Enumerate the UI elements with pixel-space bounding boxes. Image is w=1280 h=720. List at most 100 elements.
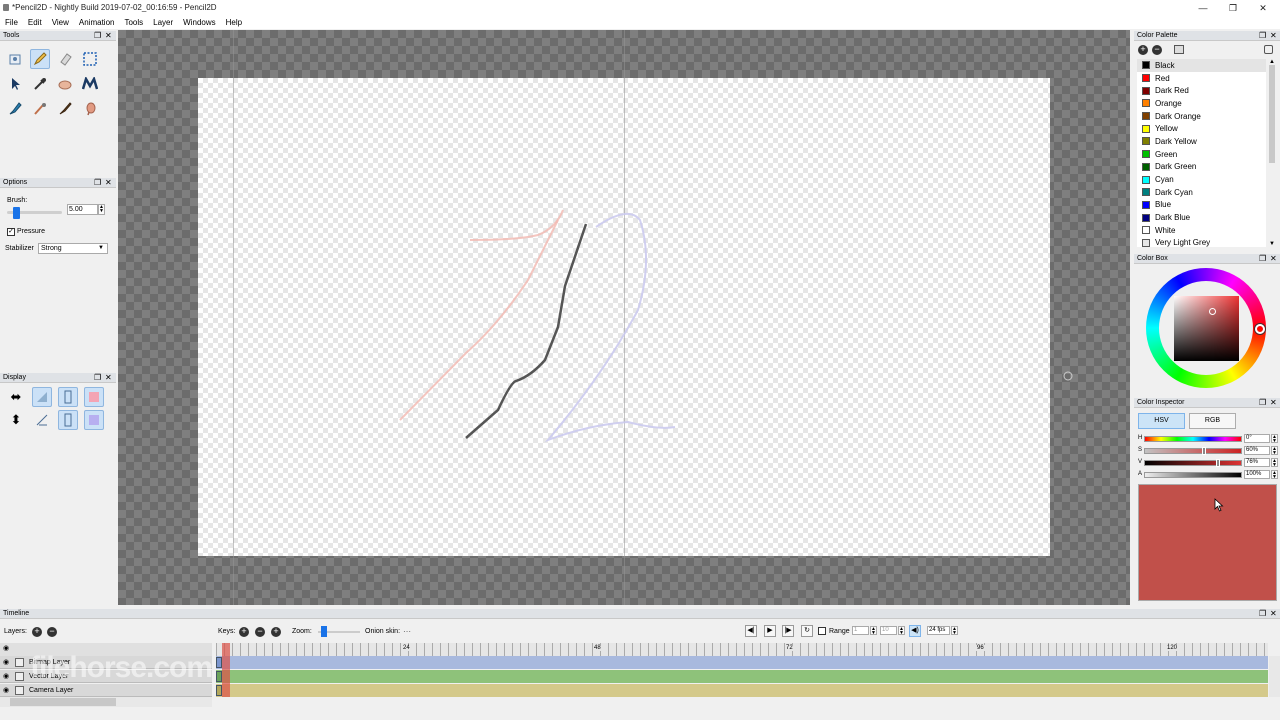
keyframe[interactable] bbox=[216, 671, 222, 682]
menu-view[interactable]: View bbox=[47, 16, 74, 29]
pen-tool-icon[interactable] bbox=[5, 99, 25, 119]
move-tool-icon[interactable] bbox=[5, 74, 25, 94]
playhead[interactable] bbox=[222, 643, 230, 697]
remove-color-icon[interactable]: − bbox=[1152, 45, 1162, 55]
brush-tool-icon[interactable] bbox=[55, 99, 75, 119]
float-icon[interactable]: ❐ bbox=[94, 31, 101, 41]
alpha-slider[interactable] bbox=[1144, 472, 1242, 478]
close-icon[interactable]: ✕ bbox=[105, 373, 112, 383]
hue-input[interactable]: 0° bbox=[1244, 434, 1270, 443]
float-icon[interactable]: ❐ bbox=[1259, 609, 1266, 619]
eraser-tool-icon[interactable] bbox=[55, 49, 75, 69]
color-layer-icon[interactable] bbox=[84, 387, 104, 407]
add-layer-icon[interactable]: + bbox=[32, 627, 42, 637]
hue-handle[interactable] bbox=[1255, 324, 1265, 334]
palette-row[interactable]: Cyan bbox=[1137, 173, 1266, 186]
timeline-ruler[interactable] bbox=[216, 643, 1268, 656]
timeline-vscrollbar[interactable] bbox=[1269, 656, 1280, 697]
add-key-icon[interactable]: + bbox=[239, 627, 249, 637]
brush-size-input[interactable]: 5.00 bbox=[67, 204, 98, 215]
pencil-tool-icon[interactable] bbox=[30, 49, 50, 69]
palette-row[interactable]: Dark Red bbox=[1137, 84, 1266, 97]
layer-scrollbar[interactable] bbox=[0, 697, 212, 707]
float-icon[interactable]: ❐ bbox=[1259, 398, 1266, 408]
polyline-tool-icon[interactable] bbox=[30, 99, 50, 119]
range-start-input[interactable]: 1 bbox=[852, 626, 869, 635]
stabilizer-select[interactable]: Strong ▼ bbox=[38, 243, 108, 254]
flip-vertical-icon[interactable]: ⬍ bbox=[6, 410, 26, 430]
thin-lines-icon[interactable] bbox=[32, 387, 52, 407]
menu-edit[interactable]: Edit bbox=[23, 16, 47, 29]
saturation-spinner[interactable]: ▲ ▼ bbox=[1271, 446, 1278, 456]
palette-row[interactable]: Dark Orange bbox=[1137, 110, 1266, 123]
loop-icon[interactable]: ↻ bbox=[801, 625, 813, 637]
saturation-slider-handle[interactable] bbox=[1202, 447, 1206, 455]
skip-forward-icon[interactable]: |▶ bbox=[782, 625, 794, 637]
flip-horizontal-icon[interactable]: ⬌ bbox=[6, 387, 26, 407]
keyframe[interactable] bbox=[216, 685, 222, 696]
select-tool-icon[interactable] bbox=[80, 49, 100, 69]
value-spinner[interactable]: ▲ ▼ bbox=[1271, 458, 1278, 468]
zoom-slider-handle[interactable] bbox=[321, 626, 327, 637]
palette-row[interactable]: Dark Yellow bbox=[1137, 135, 1266, 148]
onion-next-icon[interactable] bbox=[84, 410, 104, 430]
saturation-value-square[interactable] bbox=[1174, 296, 1239, 361]
close-icon[interactable]: ✕ bbox=[1270, 254, 1277, 264]
layer-row-camera[interactable]: ◉ Camera Layer bbox=[0, 684, 1280, 697]
palette-row[interactable]: Dark Blue bbox=[1137, 211, 1266, 224]
float-icon[interactable]: ❐ bbox=[1259, 31, 1266, 41]
palette-view-icon[interactable] bbox=[1174, 45, 1184, 54]
palette-row[interactable]: Dark Cyan bbox=[1137, 186, 1266, 199]
range-start-spinner[interactable]: ▲ ▼ bbox=[870, 626, 877, 636]
duplicate-key-icon[interactable]: + bbox=[271, 627, 281, 637]
float-icon[interactable]: ❐ bbox=[94, 178, 101, 188]
color-picker-handle[interactable] bbox=[1209, 308, 1216, 315]
sound-icon[interactable]: ◀) bbox=[909, 625, 921, 637]
menu-layer[interactable]: Layer bbox=[148, 16, 178, 29]
palette-row[interactable]: Orange bbox=[1137, 97, 1266, 110]
menu-windows[interactable]: Windows bbox=[178, 16, 220, 29]
play-icon[interactable]: ▶ bbox=[764, 625, 776, 637]
palette-menu-icon[interactable] bbox=[1264, 45, 1273, 54]
remove-layer-icon[interactable]: − bbox=[47, 627, 57, 637]
hue-slider[interactable] bbox=[1144, 436, 1242, 442]
camera-layer-track[interactable] bbox=[216, 684, 1268, 697]
fps-spinner[interactable]: ▲ ▼ bbox=[951, 626, 958, 636]
close-window-button[interactable]: ✕ bbox=[1256, 2, 1270, 14]
skip-back-icon[interactable]: ◀| bbox=[745, 625, 757, 637]
value-slider[interactable] bbox=[1144, 460, 1242, 466]
onion-prev-icon[interactable] bbox=[58, 410, 78, 430]
menu-animation[interactable]: Animation bbox=[74, 16, 120, 29]
saturation-input[interactable]: 60% bbox=[1244, 446, 1270, 455]
alpha-spinner[interactable]: ▲ ▼ bbox=[1271, 470, 1278, 480]
close-icon[interactable]: ✕ bbox=[1270, 609, 1277, 619]
range-end-spinner[interactable]: ▲ ▼ bbox=[898, 626, 905, 636]
keyframe[interactable] bbox=[216, 657, 222, 668]
palette-row[interactable]: White bbox=[1137, 224, 1266, 237]
eye-icon[interactable]: ◉ bbox=[3, 684, 9, 697]
layer-scrollbar-thumb[interactable] bbox=[10, 698, 116, 706]
eyedropper-tool-icon[interactable] bbox=[30, 74, 50, 94]
range-checkbox[interactable] bbox=[818, 627, 826, 635]
palette-row[interactable]: Green bbox=[1137, 148, 1266, 161]
maximize-button[interactable]: ❐ bbox=[1226, 2, 1240, 14]
saturation-slider[interactable] bbox=[1144, 448, 1242, 454]
brush-size-spinner[interactable]: ▲ ▼ bbox=[98, 204, 105, 215]
bucket-tool-icon[interactable] bbox=[80, 99, 100, 119]
palette-row[interactable]: Blue bbox=[1137, 199, 1266, 212]
onion-skin-icon[interactable]: ⋯ bbox=[403, 627, 411, 636]
minimize-button[interactable]: — bbox=[1196, 2, 1210, 14]
float-icon[interactable]: ❐ bbox=[1259, 254, 1266, 264]
menu-tools[interactable]: Tools bbox=[119, 16, 148, 29]
range-end-input[interactable]: 10 bbox=[880, 626, 897, 635]
close-icon[interactable]: ✕ bbox=[1270, 398, 1277, 408]
bitmap-layer-track[interactable] bbox=[216, 656, 1268, 669]
palette-row[interactable]: Red bbox=[1137, 72, 1266, 85]
palette-row[interactable]: Dark Green bbox=[1137, 161, 1266, 174]
tab-rgb[interactable]: RGB bbox=[1189, 413, 1236, 429]
value-input[interactable]: 76% bbox=[1244, 458, 1270, 467]
remove-key-icon[interactable]: − bbox=[255, 627, 265, 637]
float-icon[interactable]: ❐ bbox=[94, 373, 101, 383]
menu-file[interactable]: File bbox=[0, 16, 23, 29]
canvas-stage[interactable] bbox=[118, 30, 1130, 605]
